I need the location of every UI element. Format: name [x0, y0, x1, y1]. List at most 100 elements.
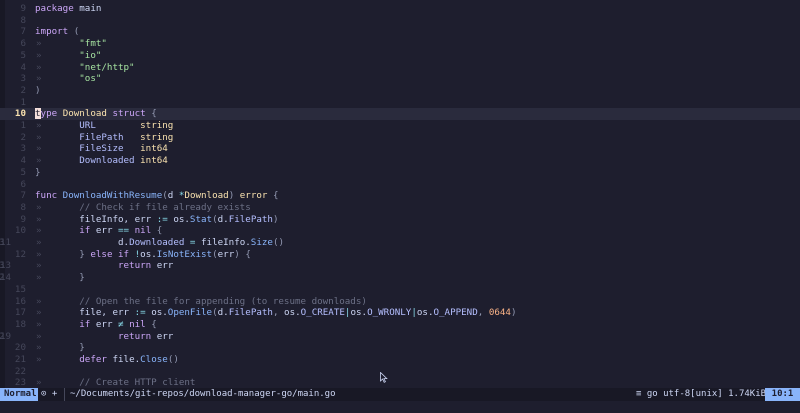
code-token: os. [284, 307, 301, 319]
code-line: 1» URL string [0, 120, 800, 132]
line-number: 7 [20, 26, 26, 38]
line-number: 18 [14, 318, 26, 330]
code-line: 4» "net/http" [0, 62, 800, 74]
code-line: 7 import ( [0, 26, 800, 38]
line-number: 23 [14, 377, 26, 388]
code-text: URL string [35, 120, 173, 132]
code-text: if err == nil { [35, 225, 162, 237]
code-text: "io" [35, 50, 101, 62]
code-text: if err ≠ nil { [35, 319, 157, 331]
code-token: () [167, 354, 179, 365]
code-token: int64 [140, 155, 168, 167]
code-line: 9» fileInfo, err := os.Stat(d.FilePath) [0, 214, 800, 226]
code-token: return [79, 260, 152, 272]
code-token: { [145, 108, 157, 120]
code-token: { [239, 248, 251, 260]
code-token: func [35, 190, 58, 202]
code-token: int64 [140, 143, 168, 155]
code-line: 1 [0, 97, 800, 109]
code-token: } [79, 342, 85, 354]
code-token: URL [79, 120, 96, 131]
code-token: FilePath [228, 307, 273, 319]
code-token: err [217, 248, 235, 260]
code-line: 4» Downloaded int64 [0, 155, 800, 167]
line-number: 1 [20, 96, 26, 108]
code-token: d [167, 190, 179, 202]
line-number: 3 [20, 73, 26, 85]
code-text: Downloaded int64 [35, 155, 168, 167]
code-text: package main [35, 3, 101, 15]
code-token: , [477, 307, 489, 319]
code-token: = [184, 237, 196, 248]
code-line: 3 11» d.Downloaded = fileInfo.Size() [0, 237, 800, 249]
code-text: "os" [35, 73, 101, 85]
command-line[interactable] [0, 401, 800, 413]
code-line: 22 [0, 366, 800, 378]
line-number: 22 [14, 365, 26, 377]
code-text: // Open the file for appending (to resum… [35, 296, 367, 308]
code-token: ( [68, 26, 80, 38]
code-line: 3» "os" [0, 73, 800, 85]
code-line: 16» // Open the file for appending (to r… [0, 296, 800, 308]
code-token: struct [106, 108, 146, 120]
code-text: file, err := os.OpenFile(d.FilePath, os.… [35, 307, 516, 319]
status-divider [64, 388, 65, 401]
code-token: ) [35, 84, 41, 96]
code-line: 17» file, err := os.OpenFile(d.FilePath,… [0, 307, 800, 319]
code-token: d. [79, 237, 130, 248]
code-token: err [90, 225, 119, 237]
code-token: os. [140, 248, 157, 260]
code-token: fileInfo, err [35, 213, 157, 225]
code-token: () [272, 237, 285, 248]
code-line: 8» // Check if file already exists [0, 202, 800, 214]
line-number-relative: 14 [0, 272, 12, 284]
code-token: Download [57, 108, 107, 120]
code-token: := [134, 307, 146, 319]
code-token: defer [79, 354, 107, 365]
code-line: 15 [0, 284, 800, 296]
line-number: 16 [14, 295, 26, 307]
line-number: 3 [20, 143, 26, 155]
code-token: os. [167, 213, 190, 225]
code-token: "fmt" [79, 38, 107, 50]
code-line: 5» "io" [0, 50, 800, 62]
code-token: } [79, 272, 85, 284]
line-number: 5 [20, 166, 26, 178]
code-text: FilePath string [35, 132, 173, 144]
code-token: if [79, 318, 91, 330]
code-token: IsNotExist [156, 248, 213, 260]
line-number: 6 [20, 178, 26, 190]
code-text: return err [35, 260, 173, 272]
line-number: 15 [14, 283, 26, 295]
code-token: FilePath [79, 131, 124, 143]
code-text: } [35, 167, 41, 179]
code-token: nil [123, 318, 146, 330]
code-token: package [35, 3, 74, 14]
code-line: 9 package main [0, 3, 800, 15]
code-token: { [145, 318, 157, 330]
code-token: import [35, 26, 69, 38]
code-token: "net/http" [79, 61, 135, 73]
code-token: == [118, 225, 130, 237]
line-number-relative: 11 [0, 237, 12, 248]
code-token: FilePath [228, 213, 273, 225]
code-text: } [35, 342, 85, 354]
code-token: string [140, 120, 174, 131]
code-token: err [151, 260, 174, 272]
code-text: import ( [35, 26, 79, 38]
code-editor[interactable]: 9 package main 8 7 import (6» "fmt" 5» "io" 4»… [0, 0, 800, 388]
